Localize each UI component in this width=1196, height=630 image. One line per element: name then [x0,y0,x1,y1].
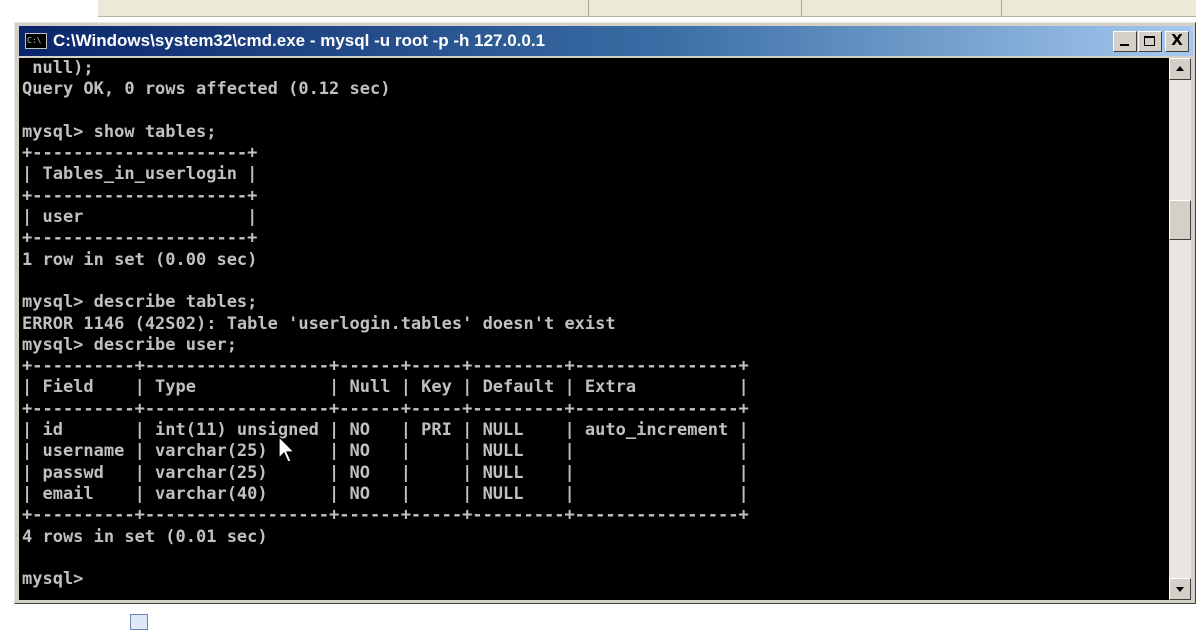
minimize-button[interactable] [1113,31,1137,52]
background-file-row [130,612,1196,630]
background-list-header [98,0,1196,17]
maximize-button[interactable] [1138,31,1162,52]
console-icon[interactable]: C:\ [25,33,47,49]
close-icon: X [1171,31,1183,49]
header-divider [1001,0,1002,16]
window-title: C:\Windows\system32\cmd.exe - mysql -u r… [53,31,546,50]
title-bar[interactable]: C:\ C:\Windows\system32\cmd.exe - mysql … [19,26,1193,56]
console-output[interactable]: null); Query OK, 0 rows affected (0.12 s… [19,58,1169,600]
close-button[interactable]: X [1165,31,1189,52]
header-divider [801,0,802,16]
console-text: null); Query OK, 0 rows affected (0.12 s… [22,58,749,590]
arrow-down-icon [1176,587,1184,592]
scroll-up-button[interactable] [1169,58,1191,80]
scrollbar-thumb[interactable] [1169,200,1191,240]
minimize-icon [1120,44,1129,46]
vertical-scrollbar[interactable] [1169,58,1191,600]
header-divider [588,0,589,16]
maximize-icon [1144,36,1155,46]
console-window: C:\ C:\Windows\system32\cmd.exe - mysql … [14,22,1196,604]
mouse-cursor-icon [278,436,296,463]
scroll-down-button[interactable] [1169,578,1191,600]
arrow-up-icon [1176,66,1184,71]
